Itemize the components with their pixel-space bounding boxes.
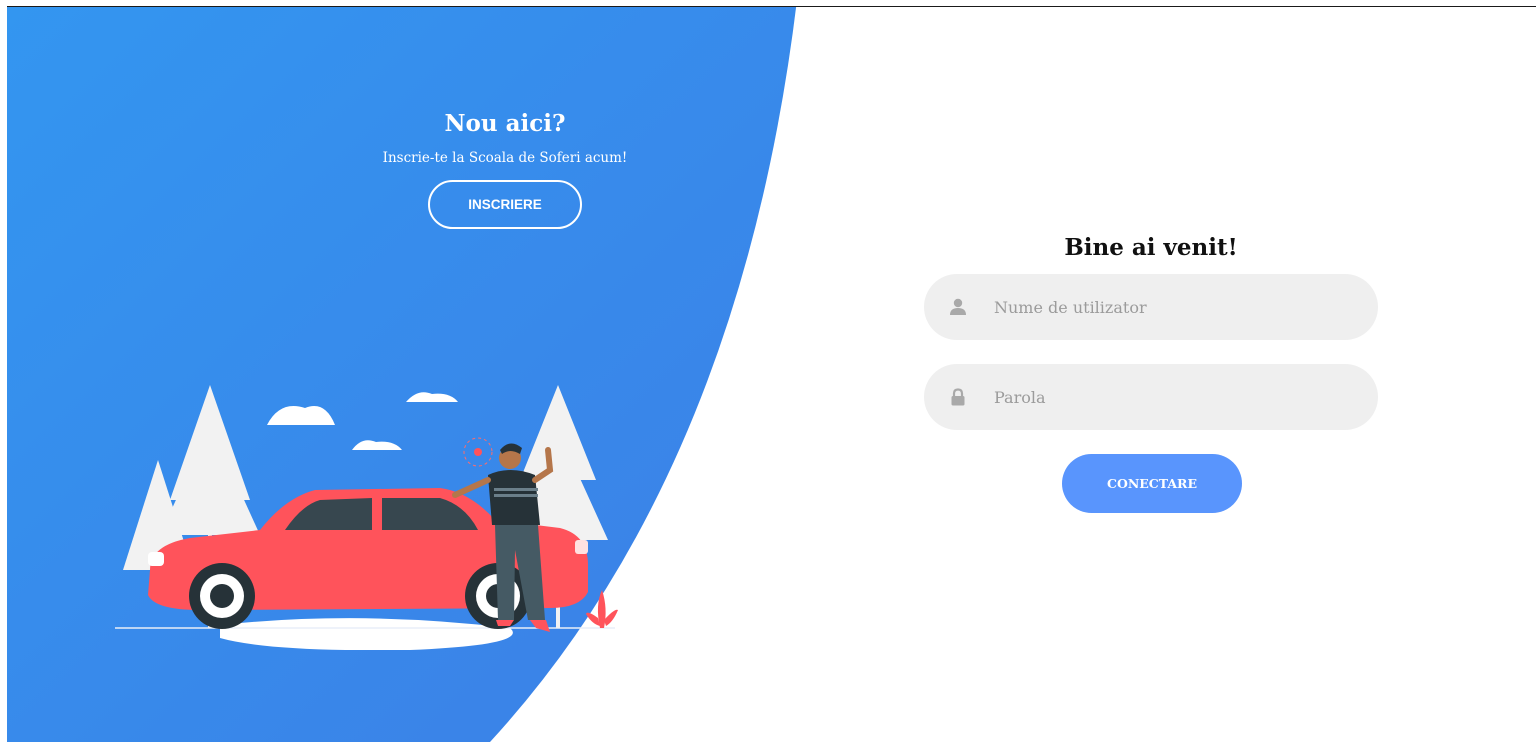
password-field[interactable] — [924, 364, 1378, 430]
user-icon — [948, 297, 968, 317]
password-input[interactable] — [992, 386, 1356, 408]
window-top-edge — [0, 0, 1536, 7]
lock-icon — [948, 387, 968, 407]
signup-panel: Nou aici? Inscrie-te la Scoala de Soferi… — [360, 106, 650, 229]
login-title: Bine ai venit! — [1064, 234, 1238, 261]
ground-shape — [220, 618, 513, 650]
login-form: Bine ai venit! CONECTARE — [924, 228, 1378, 513]
car-illustration — [115, 385, 618, 650]
login-button[interactable]: CONECTARE — [1062, 454, 1242, 513]
signup-subtitle: Inscrie-te la Scoala de Soferi acum! — [382, 150, 628, 166]
person-shirt — [488, 470, 540, 525]
cloud-shape — [352, 440, 402, 450]
signup-title: Nou aici? — [444, 110, 566, 137]
window-left-edge — [0, 0, 7, 742]
cloud-shape — [267, 406, 335, 425]
username-input[interactable] — [992, 296, 1356, 318]
signup-button[interactable]: INSCRIERE — [428, 180, 582, 229]
username-field[interactable] — [924, 274, 1378, 340]
cloud-shape — [406, 392, 458, 402]
